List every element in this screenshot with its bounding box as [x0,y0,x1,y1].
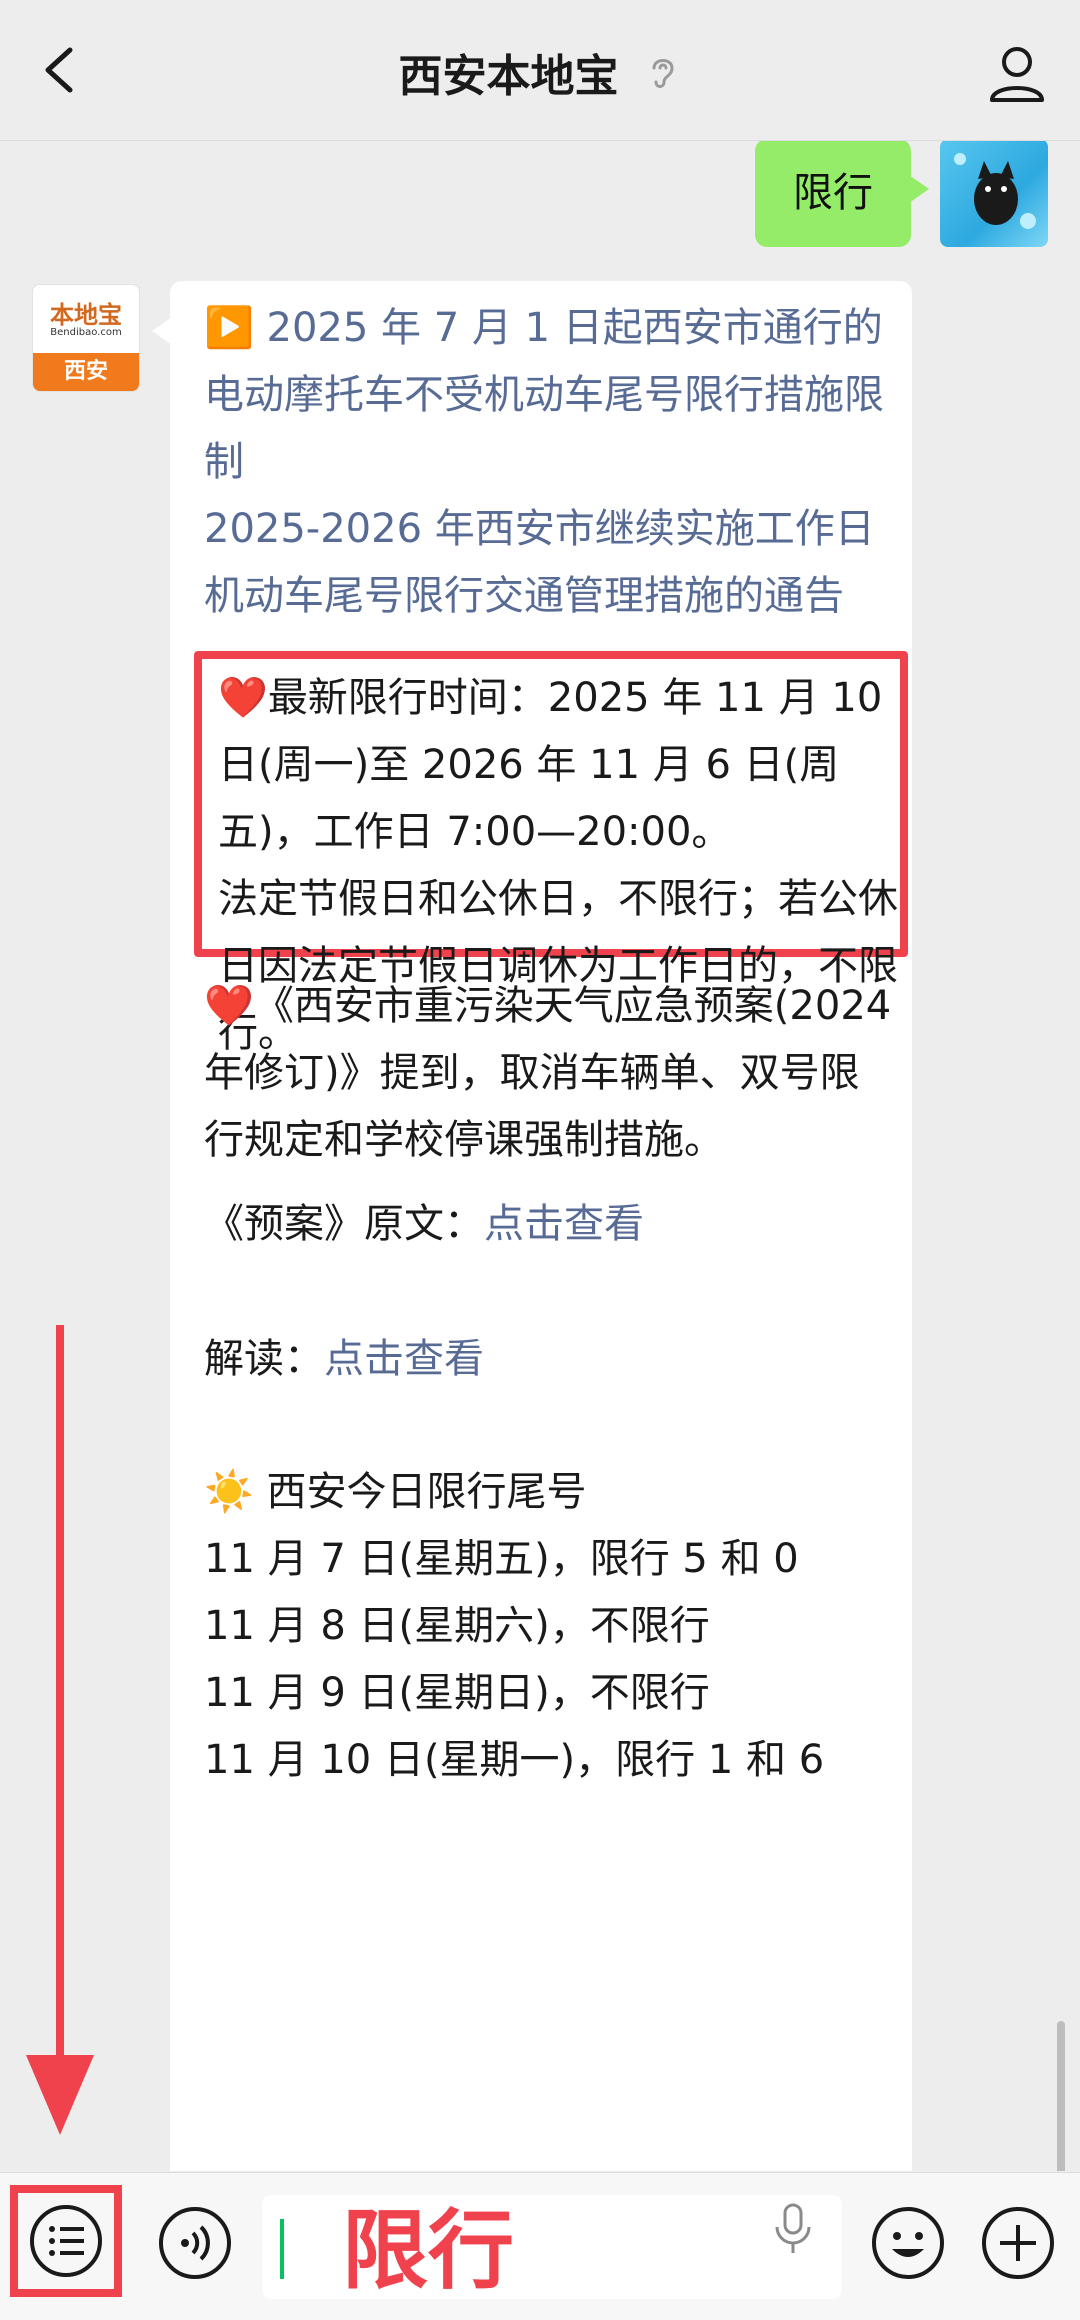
list-item: 11 月 9 日(星期日)，不限行 [204,1670,710,1716]
original-line: 《预案》原文：点击查看 [204,1191,894,1258]
input-bar: 限行 [0,2172,1080,2320]
today-title: 西安今日限行尾号 [253,1469,587,1515]
text-cursor [280,2219,284,2279]
original-view-link[interactable]: 点击查看 [484,1201,644,1247]
chat-header: 西安本地宝 [0,0,1080,141]
article-link-1[interactable]: ▶️ 2025 年 7 月 1 日起西安市通行的电动摩托车不受机动车尾号限行措施… [204,295,894,496]
list-item: 11 月 10 日(星期一)，限行 1 和 6 [204,1737,825,1783]
message-input[interactable]: 限行 [262,2195,842,2299]
list-item: 11 月 8 日(星期六)，不限行 [204,1603,710,1649]
menu-button[interactable] [10,2185,122,2297]
microphone-icon[interactable] [768,2201,818,2257]
original-label: 《预案》原文： [204,1201,484,1247]
ear-icon [652,59,674,88]
heart-icon: ❤️ [204,983,254,1029]
input-text: 限行 [342,2201,514,2301]
outgoing-message-bubble[interactable]: 限行 [755,141,929,247]
plan-block: ❤️《西安市重污染天气应急预案(2024 年修订)》提到，取消车辆单、双号限行规… [204,973,894,1174]
heart-icon: ❤️ [218,675,268,721]
voice-icon[interactable] [155,2203,235,2283]
incoming-message-card: ▶️ 2025 年 7 月 1 日起西安市通行的电动摩托车不受机动车尾号限行措施… [152,281,912,2171]
list-menu-icon [30,2205,102,2277]
annotation-arrow [26,1325,94,2135]
scrollbar[interactable] [1057,2021,1065,2171]
plus-icon[interactable] [978,2203,1058,2283]
cat-avatar-image [954,153,1036,229]
article-link-2[interactable]: 2025-2026 年西安市继续实施工作日机动车尾号限行交通管理措施的通告 [204,496,894,630]
bot-avatar[interactable]: 本地宝 Bendibao.com 西安 [32,284,140,392]
sun-icon: ☀️ [204,1469,254,1515]
chat-area[interactable]: 限行 本地宝 Bendibao.com 西安 ▶️ 2025 年 7 月 1 日… [0,141,1080,2171]
restriction-time-text: 最新限行时间：2025 年 11 月 10 日(周一)至 2026 年 11 月… [218,675,883,855]
list-item: 11 月 7 日(星期五)，限行 5 和 0 [204,1536,799,1582]
interpret-view-link[interactable]: 点击查看 [324,1336,484,1382]
highlight-box: ❤️最新限行时间：2025 年 11 月 10 日(周一)至 2026 年 11… [194,651,908,1056]
emoji-icon[interactable] [868,2203,948,2283]
interpret-line: 解读：点击查看 [204,1326,894,1393]
avatar-brand: 本地宝 [50,301,122,329]
title-wrap: 西安本地宝 [0,40,1080,104]
avatar-city: 西安 [33,353,139,391]
plan-text: 《西安市重污染天气应急预案(2024 年修订)》提到，取消车辆单、双号限行规定和… [204,983,892,1163]
links-block: ▶️ 2025 年 7 月 1 日起西安市通行的电动摩托车不受机动车尾号限行措施… [204,295,894,630]
my-avatar[interactable] [940,141,1048,247]
avatar-url: Bendibao.com [50,327,122,338]
today-restriction-block: ☀️ 西安今日限行尾号 11 月 7 日(星期五)，限行 5 和 0 11 月 … [204,1459,894,1794]
profile-icon[interactable] [984,40,1050,106]
chat-title: 西安本地宝 [398,51,619,102]
interpret-label: 解读： [204,1336,324,1382]
avatar-logo: 本地宝 Bendibao.com [33,285,139,355]
